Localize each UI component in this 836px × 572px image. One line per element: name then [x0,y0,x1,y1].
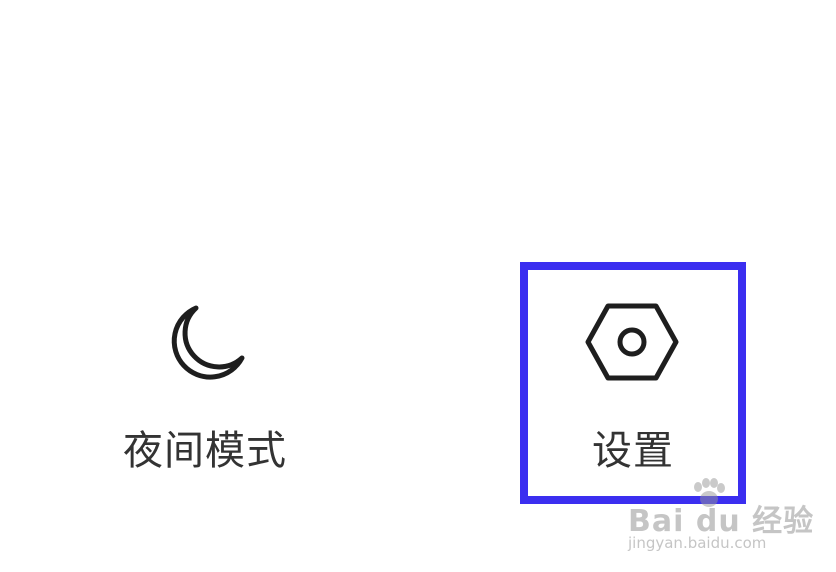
watermark-url: jingyan.baidu.com [628,534,767,552]
hexagon-nut-icon [585,303,679,381]
night-mode-label: 夜间模式 [123,428,287,474]
baidu-jingyan-watermark: Bai du 经验 jingyan.baidu.com [628,478,813,558]
night-mode-button[interactable]: 夜间模式 [110,290,300,480]
settings-button[interactable]: 设置 [520,262,746,504]
settings-label: 设置 [592,428,674,474]
moon-icon [171,305,245,380]
